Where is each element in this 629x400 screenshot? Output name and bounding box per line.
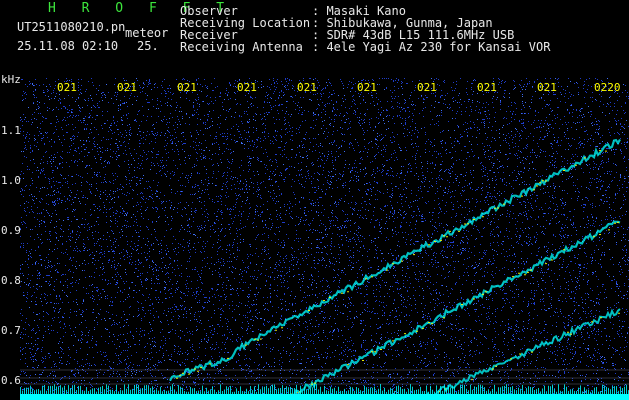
time-tick: 021 bbox=[537, 81, 557, 94]
date-time: 25.11.08 02:10 bbox=[17, 39, 119, 53]
time-tick: 021 bbox=[297, 81, 317, 94]
meteor-label: meteor bbox=[125, 26, 169, 40]
time-tick: 021 bbox=[177, 81, 197, 94]
plot-background bbox=[20, 78, 629, 400]
y-axis-unit: kHz bbox=[1, 73, 21, 86]
y-label-0-8: 0.8 bbox=[1, 274, 21, 287]
time-tick: 021 bbox=[417, 81, 437, 94]
file-name: UT2511080210.pn bbox=[17, 20, 126, 34]
time-tick: 021 bbox=[477, 81, 497, 94]
time-tick: 0220 bbox=[594, 81, 621, 94]
waterfall-svg bbox=[20, 78, 629, 400]
y-label-1-1: 1.1 bbox=[1, 124, 21, 137]
label-antenna: Receiving Antenna bbox=[180, 40, 303, 54]
time-tick: 021 bbox=[117, 81, 137, 94]
time-tick: 021 bbox=[57, 81, 77, 94]
time-tick: 021 bbox=[237, 81, 257, 94]
y-label-1-0: 1.0 bbox=[1, 174, 21, 187]
time-tick: 021 bbox=[357, 81, 377, 94]
y-label-0-6: 0.6 bbox=[1, 374, 21, 387]
value-antenna: : 4ele Yagi Az 230 for Kansai VOR bbox=[312, 40, 551, 54]
waterfall-plot bbox=[20, 78, 629, 400]
y-label-0-7: 0.7 bbox=[1, 324, 21, 337]
bottom-band bbox=[20, 394, 629, 400]
level-value: 25. bbox=[137, 39, 159, 53]
spectrogram-window: H R O F F T UT2511080210.pn meteor 25.11… bbox=[0, 0, 629, 400]
y-label-0-9: 0.9 bbox=[1, 224, 21, 237]
